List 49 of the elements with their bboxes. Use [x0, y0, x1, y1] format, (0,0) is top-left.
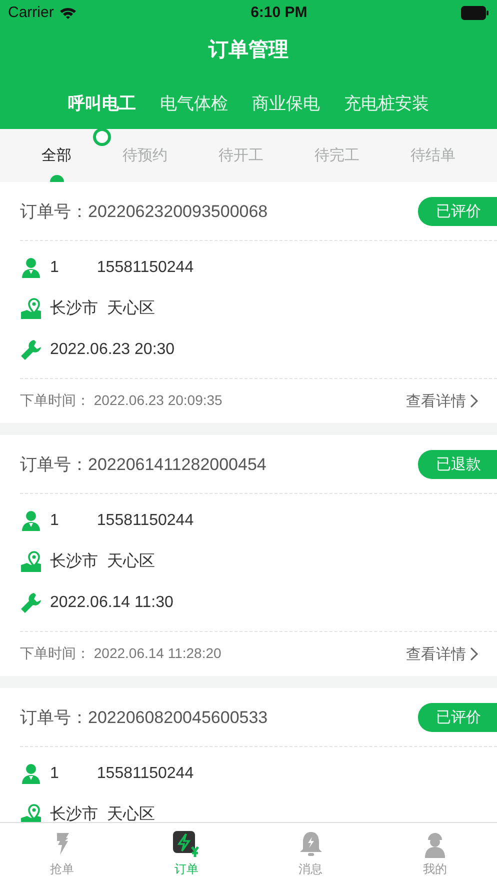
category-tab[interactable]: 商业保电	[252, 89, 320, 117]
customer-name: 1	[50, 764, 59, 782]
carrier-label: Carrier	[8, 4, 54, 21]
wrench-icon	[20, 338, 42, 360]
view-details-link[interactable]: 查看详情	[406, 392, 479, 410]
order-number: 订单号：2022062320093500068	[20, 200, 268, 222]
filter-tab[interactable]: 待预约	[114, 129, 176, 182]
status-time: 6:10 PM	[250, 4, 308, 21]
address: 长沙市 天心区	[50, 298, 155, 319]
view-details-link[interactable]: 查看详情	[406, 644, 479, 664]
wrench-icon	[20, 592, 42, 614]
tab-bar-item[interactable]: 我的	[372, 823, 497, 883]
filter-tab[interactable]: 全部	[34, 129, 80, 182]
order-number: 订单号：2022060820045600533	[20, 706, 268, 728]
filter-tab[interactable]: 待开工	[210, 129, 272, 182]
page-title: 订单管理	[207, 38, 290, 63]
order-time: 下单时间： 2022.06.23 20:09:35	[20, 392, 222, 410]
map-pin-icon	[20, 550, 42, 572]
tab-bar-item[interactable]: 订单	[124, 823, 248, 883]
lightning-icon	[171, 828, 202, 858]
tab-indicator	[50, 175, 64, 182]
person-icon	[20, 256, 42, 278]
person-icon	[20, 510, 42, 532]
filter-tab[interactable]: 待结单	[402, 129, 464, 182]
wifi-icon	[58, 6, 77, 20]
category-tab[interactable]: 充电桩安装	[344, 89, 429, 117]
phone-number: 15581150244	[96, 512, 194, 530]
battery-icon	[460, 6, 489, 20]
customer-name: 1	[50, 512, 59, 530]
status-badge: 已评价	[418, 196, 497, 226]
phone-number: 15581150244	[96, 258, 194, 276]
customer-name: 1	[50, 258, 59, 276]
chevron-right-icon	[470, 647, 479, 661]
service-time: 2022.06.14 11:30	[50, 594, 174, 612]
tab-bar-item[interactable]: 消息	[248, 823, 373, 883]
filter-tab[interactable]: 待完工	[306, 129, 368, 182]
person-icon	[20, 762, 42, 784]
address: 长沙市 天心区	[50, 552, 155, 572]
status-badge: 已评价	[418, 702, 497, 732]
tab-bar-item[interactable]: 抢单	[0, 823, 124, 883]
order-time: 下单时间： 2022.06.14 11:28:20	[20, 645, 222, 663]
status-badge: 已退款	[418, 450, 497, 478]
order-number: 订单号：2022061411282000454	[20, 454, 266, 476]
address: 长沙市 天心区	[50, 804, 155, 822]
map-pin-icon	[20, 298, 42, 320]
category-tab[interactable]: 电气体检	[160, 89, 228, 117]
chevron-right-icon	[470, 394, 479, 408]
service-time: 2022.06.23 20:30	[50, 340, 175, 358]
phone-number: 15581150244	[96, 764, 194, 782]
